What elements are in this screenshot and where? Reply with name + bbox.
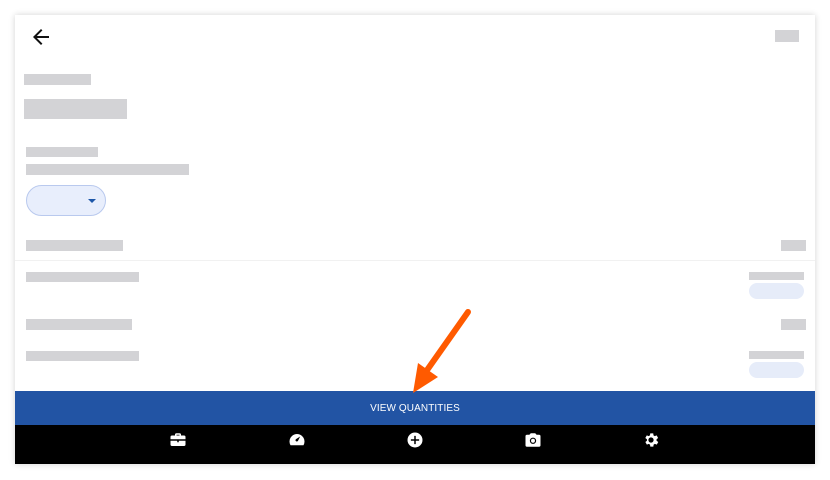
section-header-value-placeholder	[781, 319, 806, 330]
list-item-value-placeholder	[749, 351, 804, 359]
view-quantities-button[interactable]: VIEW QUANTITIES	[15, 391, 815, 425]
section-label-placeholder	[24, 74, 91, 85]
list-item-chip[interactable]	[749, 283, 804, 299]
caret-down-icon	[88, 199, 96, 203]
section-header-placeholder	[26, 240, 123, 251]
nav-item-settings[interactable]	[631, 425, 671, 455]
briefcase-icon	[170, 433, 186, 446]
list-item-value-placeholder	[749, 272, 804, 280]
add-circle-icon	[407, 432, 423, 448]
list-item-chip[interactable]	[749, 362, 804, 378]
gear-icon	[645, 433, 659, 447]
section-header-placeholder	[26, 319, 132, 330]
bottom-navigation	[15, 425, 815, 464]
field-label-placeholder	[26, 147, 98, 157]
list-item-label-placeholder	[26, 351, 139, 361]
nav-item-camera[interactable]	[513, 425, 553, 455]
nav-item-add[interactable]	[395, 425, 435, 455]
camera-icon	[525, 433, 541, 447]
list-item-label-placeholder	[26, 272, 139, 282]
app-frame: VIEW QUANTITIES	[15, 15, 815, 464]
divider	[15, 260, 815, 261]
back-button[interactable]	[29, 25, 53, 49]
header-action-placeholder[interactable]	[775, 30, 799, 42]
view-quantities-label: VIEW QUANTITIES	[370, 402, 460, 414]
page-title-placeholder	[24, 99, 127, 119]
speedometer-icon	[289, 434, 305, 446]
nav-item-dashboard[interactable]	[277, 425, 317, 455]
nav-item-briefcase[interactable]	[158, 425, 198, 455]
section-header-value-placeholder	[781, 240, 806, 251]
status-dropdown[interactable]	[26, 185, 106, 216]
field-value-placeholder	[26, 164, 189, 175]
arrow-back-icon	[33, 29, 49, 45]
